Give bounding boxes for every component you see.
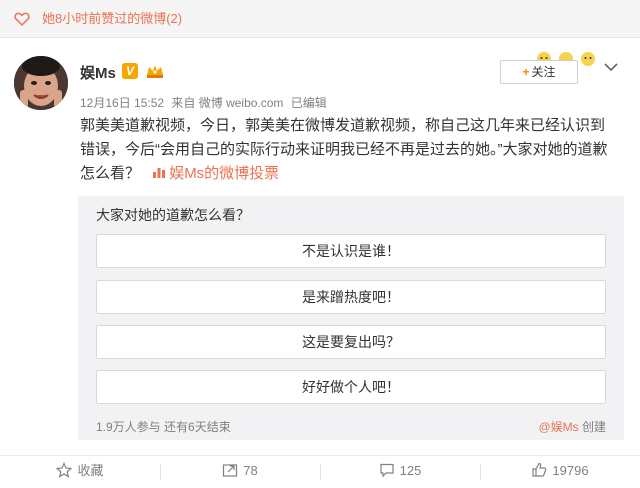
avatar-image [14, 56, 68, 110]
chevron-down-icon[interactable] [604, 62, 618, 72]
verified-icon: V [122, 63, 138, 79]
vote-option[interactable]: 好好做个人吧！ [96, 370, 606, 404]
repost-icon [223, 464, 238, 477]
post-time[interactable]: 12月16日 15:52 [80, 96, 164, 110]
vote-creator: @娱Ms 创建 [538, 420, 606, 434]
liked-notice-text: 她8小时前赞过的微博(2) [42, 11, 183, 26]
user-name[interactable]: 娱Ms [80, 62, 116, 83]
post-source[interactable]: 来自 微博 weibo.com [171, 96, 283, 110]
like-icon [532, 462, 547, 477]
comment-icon [380, 463, 394, 478]
plus-icon: + [522, 65, 530, 79]
vote-card: 大家对她的道歉怎么看？ 不是认识是谁！ 是来蹭热度吧！ 这是要复出吗？ 好好做个… [78, 196, 624, 440]
vote-question: 大家对她的道歉怎么看？ [96, 207, 250, 223]
edited-label[interactable]: 已编辑 [291, 96, 327, 110]
vote-stats: 1.9万人参与 还有6天结束 [96, 420, 231, 434]
vote-option[interactable]: 不是认识是谁！ [96, 234, 606, 268]
vote-icon [153, 168, 166, 178]
vote-option[interactable]: 这是要复出吗？ [96, 325, 606, 359]
vote-link[interactable]: 娱Ms的微博投票 [144, 165, 279, 182]
vote-option[interactable]: 是来蹭热度吧！ [96, 280, 606, 314]
comment-button[interactable]: 125 [320, 456, 480, 488]
liked-notice-bar[interactable]: 她8小时前赞过的微博(2) [0, 0, 640, 38]
favorite-button[interactable]: 收藏 [0, 456, 160, 488]
heart-icon [14, 12, 30, 27]
repost-button[interactable]: 78 [160, 456, 320, 488]
post-content: 郭美美道歉视频，今日，郭美美在微博发道歉视频，称自己这几年来已经认识到 错误，今… [80, 114, 620, 186]
post-line: 怎么看？ 娱Ms的微博投票 [80, 165, 280, 182]
post-meta: 12月16日 15:52 来自 微博 weibo.com 已编辑 [80, 94, 331, 111]
action-bar: 收藏 78 125 19796 [0, 455, 640, 488]
star-icon [56, 462, 73, 478]
follow-button[interactable]: + 关注 [500, 60, 578, 84]
creator-link[interactable]: @娱Ms [538, 420, 578, 434]
avatar[interactable] [14, 56, 68, 110]
post-line: 错误，今后“会用自己的实际行动来证明我已经不再是过去的她。”大家对她的道歉 [80, 141, 608, 158]
post-line: 郭美美道歉视频，今日，郭美美在微博发道歉视频，称自己这几年来已经认识到 [80, 117, 606, 134]
like-button[interactable]: 19796 [480, 456, 640, 488]
crown-icon [147, 65, 163, 78]
